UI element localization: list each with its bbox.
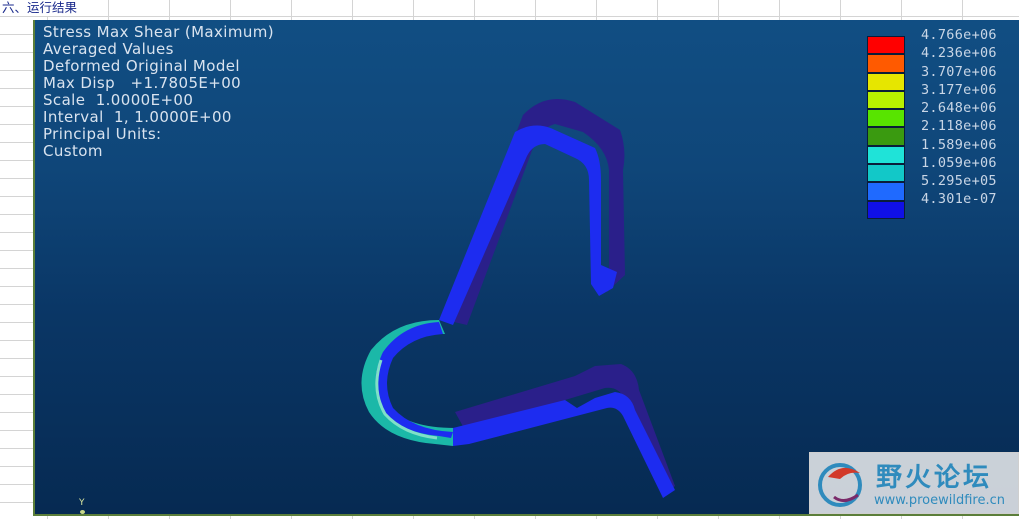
legend-label-2: 4.236e+06 [921,45,997,62]
legend-label-10: 4.301e-07 [921,191,997,208]
legend-label-6: 2.118e+06 [921,118,997,135]
legend-swatch-7 [867,145,905,165]
legend-swatch-10 [867,200,905,219]
section-heading: 六、运行结果 [2,0,84,16]
legend-label-8: 1.059e+06 [921,155,997,172]
legend-swatch-9 [867,182,905,201]
legend-swatch-8 [867,164,905,183]
forum-logo-icon [818,463,862,507]
legend-swatch-5 [867,109,905,128]
legend-label-7: 1.589e+06 [921,136,997,153]
axis-triad-icon [80,510,85,514]
watermark-url: www.proewildfire.cn [874,493,1005,508]
legend-label-4: 3.177e+06 [921,81,997,98]
legend-label-3: 3.707e+06 [921,63,997,80]
watermark-title: 野火论坛 [876,463,993,493]
forum-watermark: 野火论坛 www.proewildfire.cn [809,452,1019,514]
legend-label-5: 2.648e+06 [921,100,997,117]
axis-y-label: Y [79,498,85,508]
legend-swatch-2 [867,54,905,73]
legend-swatch-6 [867,127,905,146]
legend-label-1: 4.766e+06 [921,27,997,43]
legend-swatch-1 [867,36,905,55]
legend-label-9: 5.295e+05 [921,173,997,190]
legend-swatch-3 [867,72,905,91]
fea-result-viewport: Stress Max Shear (Maximum) Averaged Valu… [33,20,1019,516]
legend-swatch-4 [867,90,905,110]
